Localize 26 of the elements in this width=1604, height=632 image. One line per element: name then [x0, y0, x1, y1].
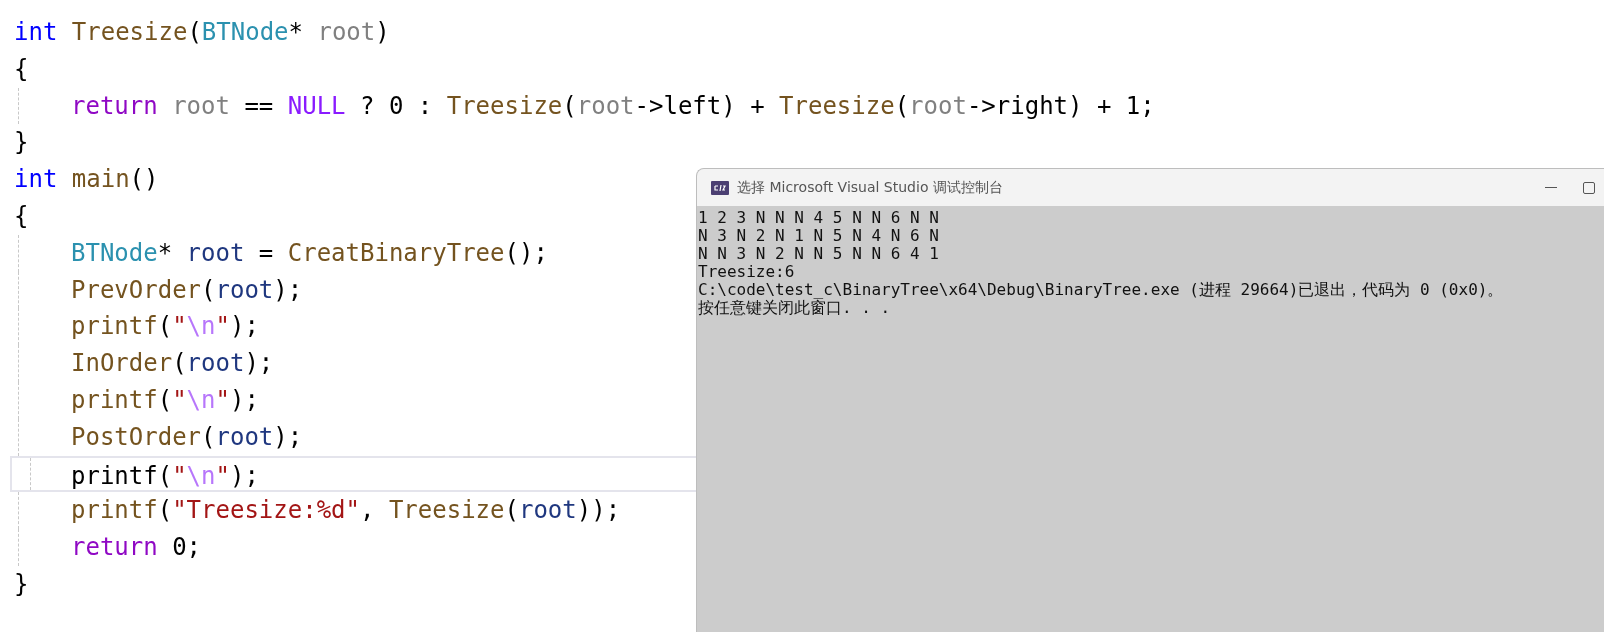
- code-line: int Treesize(BTNode* root): [14, 17, 390, 48]
- code-line: printf("\n");: [70, 384, 259, 416]
- console-output-line: C:\code\test_c\BinaryTree\x64\Debug\BinaryTree.exe (进程 29664)已退出，代码为 0 (0x0)。: [698, 281, 1505, 299]
- code-line: PrevOrder(root);: [70, 274, 303, 306]
- console-output-line: N 3 N 2 N 1 N 5 N 4 N 6 N: [698, 227, 940, 245]
- code-line: }: [14, 568, 29, 600]
- code-line: InOrder(root);: [70, 348, 274, 380]
- code-line: }: [14, 127, 29, 159]
- console-app-icon: [711, 180, 729, 195]
- console-output-line: 1 2 3 N N N 4 5 N N 6 N N: [698, 209, 940, 227]
- code-line: printf("\n");: [70, 311, 259, 343]
- code-line: return 0;: [70, 532, 202, 564]
- console-output-line: N N 3 N 2 N N 5 N N 6 4 1: [698, 245, 940, 263]
- window-title: 选择 Microsoft Visual Studio 调试控制台: [737, 178, 1003, 197]
- code-line: int main(): [14, 164, 159, 196]
- code-line: BTNode* root = CreatBinaryTree();: [70, 237, 548, 269]
- code-line: printf("\n");: [70, 460, 259, 492]
- maximize-icon: [1583, 181, 1595, 194]
- code-line: {: [14, 201, 29, 232]
- minimize-icon: [1545, 186, 1557, 189]
- code-line: PostOrder(root);: [70, 421, 303, 453]
- console-output-line: Treesize:6: [698, 263, 796, 281]
- code-line: return root == NULL ? 0 : Treesize(root->left) + Treesize(root->right) + 1;: [70, 90, 1155, 122]
- code-line: {: [14, 53, 29, 85]
- console-output-line: 按任意键关闭此窗口. . .: [698, 299, 891, 317]
- code-line: printf("Treesize:%d", Treesize(root));: [70, 495, 621, 527]
